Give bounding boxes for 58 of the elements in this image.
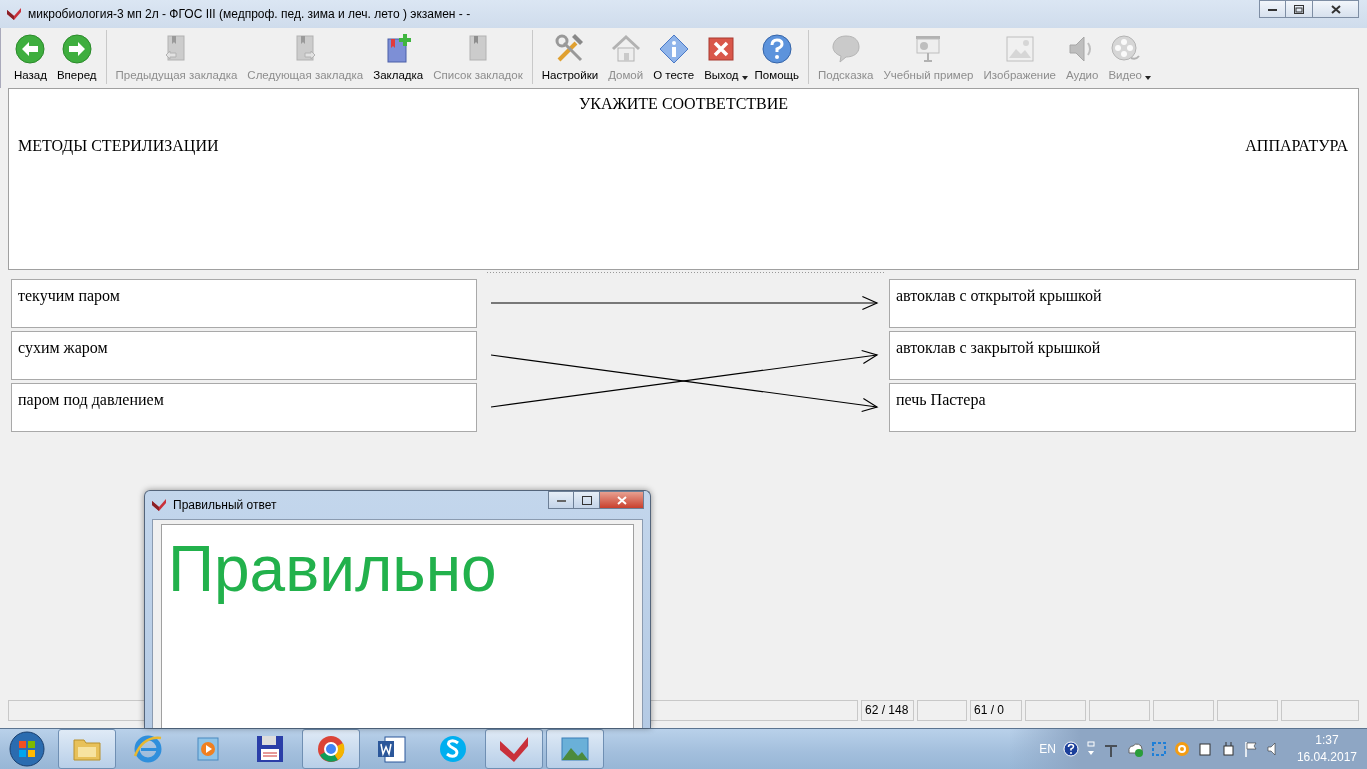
help-icon[interactable] <box>1062 741 1079 757</box>
help-icon <box>760 33 793 65</box>
app-logo-icon <box>6 7 22 21</box>
close-icon <box>616 495 627 505</box>
arrow-left-icon <box>14 33 47 65</box>
cloud-icon[interactable] <box>1125 741 1144 757</box>
maximize-button[interactable] <box>1286 0 1313 18</box>
status-bar-panel <box>1153 700 1214 721</box>
answer-option[interactable]: печь Пастера <box>889 383 1356 432</box>
arrow-right-icon <box>60 33 93 65</box>
close-icon <box>1330 4 1341 14</box>
maximize-button[interactable] <box>574 491 600 509</box>
device-icon[interactable] <box>1196 741 1213 757</box>
ring-icon[interactable] <box>1173 741 1190 757</box>
status-bar-panel <box>917 700 967 721</box>
minimize-button[interactable] <box>1259 0 1286 18</box>
taskbar-app-button[interactable] <box>302 729 360 769</box>
taskbar-app-button[interactable] <box>485 729 543 769</box>
tray-arrow-icon[interactable] <box>1085 741 1096 757</box>
app-logo-icon <box>151 498 167 512</box>
column-heading: МЕТОДЫ СТЕРИЛИЗАЦИИ <box>18 137 219 155</box>
dialog-title: Правильный ответ <box>173 498 278 512</box>
status-bar-panel <box>1025 700 1086 721</box>
column-heading: АППАРАТУРА <box>1245 137 1348 155</box>
status-bar-panel <box>1089 700 1150 721</box>
maximize-icon <box>1294 4 1304 14</box>
minimize-icon <box>1268 7 1277 11</box>
answer-option[interactable]: автоклав с закрытой крышкой <box>889 331 1356 380</box>
instruction-heading: УКАЖИТЕ СООТВЕТСТВИЕ <box>578 95 789 112</box>
window-title: микробиология-3 мп 2л - ФГОС III (медпроф. пед. зима и леч. лето ) экзамен - - <box>28 7 472 21</box>
toolbar-button[interactable]: Помощь <box>749 30 804 84</box>
image-icon <box>1003 33 1036 65</box>
toolbar-button[interactable]: Настройки <box>536 30 604 84</box>
answer-option[interactable]: сухим жаром <box>11 331 477 380</box>
answer-option[interactable]: паром под давлением <box>11 383 477 432</box>
answer-option[interactable]: автоклав с открытой крышкой <box>889 279 1356 328</box>
toolbar-button[interactable]: О тесте <box>648 30 700 84</box>
close-button[interactable] <box>1313 0 1359 18</box>
toolbar-button[interactable]: Вперед <box>51 30 102 84</box>
minimize-button[interactable] <box>548 491 574 509</box>
status-counter: 62 / 148 <box>861 700 914 721</box>
info-icon <box>657 33 690 65</box>
speech-bubble-icon <box>829 33 862 65</box>
status-counter: 61 / 0 <box>970 700 1022 721</box>
close-button[interactable] <box>600 491 644 509</box>
toolbar-button[interactable]: Назад <box>9 30 52 84</box>
answer-option[interactable]: текучим паром <box>11 279 477 328</box>
caret-icon <box>1145 76 1152 80</box>
toolbar-button[interactable]: Выход <box>699 30 744 84</box>
status-bar-panel <box>1217 700 1278 721</box>
minimize-icon <box>556 498 566 502</box>
house-icon <box>609 33 642 65</box>
toolbar-button[interactable]: Закладка <box>368 30 429 84</box>
result-message: Правильно <box>168 533 497 605</box>
maximize-icon <box>581 495 592 505</box>
flag-icon[interactable] <box>1242 741 1259 757</box>
windows-logo-icon <box>9 731 45 767</box>
caret-icon <box>741 76 748 80</box>
